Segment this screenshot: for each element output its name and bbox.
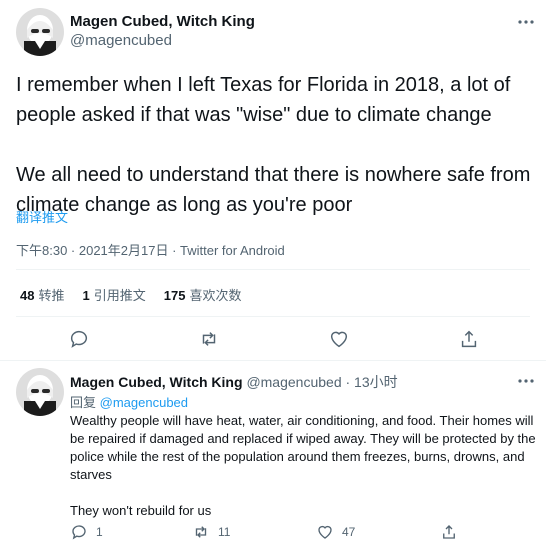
reply-count: 1	[96, 525, 103, 539]
divider	[16, 269, 530, 270]
reply-time[interactable]: · 13小时	[346, 374, 398, 390]
retweet-count: 11	[218, 525, 231, 539]
quotes-stat[interactable]: 1 引用推文	[82, 285, 145, 304]
author-name[interactable]: Magen Cubed, Witch King	[70, 13, 255, 30]
share-icon[interactable]	[440, 523, 458, 541]
retweet-icon[interactable]	[192, 523, 210, 541]
like-icon[interactable]	[316, 523, 334, 541]
more-icon[interactable]	[516, 371, 536, 391]
author-handle[interactable]: @magencubed	[70, 32, 172, 49]
reply-icon[interactable]	[68, 328, 90, 350]
reply-like-action[interactable]: 47	[316, 523, 355, 541]
divider	[16, 316, 530, 317]
reply-avatar[interactable]	[16, 368, 64, 416]
reply-header: Magen Cubed, Witch King @magencubed · 13…	[70, 372, 398, 392]
share-icon[interactable]	[458, 328, 480, 350]
reply-author-handle[interactable]: @magencubed	[246, 374, 341, 390]
translate-tweet-link[interactable]: 翻译推文	[16, 207, 68, 226]
reply-to-handle[interactable]: @magencubed	[100, 395, 188, 410]
tweet-timestamp[interactable]: 下午8:30 · 2021年2月17日 · Twitter for Androi…	[16, 240, 285, 259]
reply-icon[interactable]	[70, 523, 88, 541]
replying-to: 回复 @magencubed	[70, 395, 189, 410]
main-tweet: Magen Cubed, Witch King @magencubed I re…	[0, 0, 546, 360]
reply-retweet-action[interactable]: 11	[192, 523, 230, 541]
tweet-stats: 48 转推 1 引用推文 175 喜欢次数	[20, 285, 241, 304]
reply-share-action[interactable]	[440, 523, 458, 541]
reply-reply-action[interactable]: 1	[70, 523, 103, 541]
retweets-stat[interactable]: 48 转推	[20, 285, 64, 304]
reply-text: Wealthy people will have heat, water, ai…	[70, 413, 536, 518]
tweet-text: I remember when I left Texas for Florida…	[16, 74, 531, 216]
like-icon[interactable]	[328, 328, 350, 350]
likes-stat[interactable]: 175 喜欢次数	[164, 285, 242, 304]
reply-author-name[interactable]: Magen Cubed, Witch King	[70, 374, 243, 390]
avatar[interactable]	[16, 8, 64, 56]
tweet-separator	[0, 360, 546, 361]
like-count: 47	[342, 525, 356, 539]
more-icon[interactable]	[516, 12, 536, 32]
retweet-icon[interactable]	[198, 328, 220, 350]
